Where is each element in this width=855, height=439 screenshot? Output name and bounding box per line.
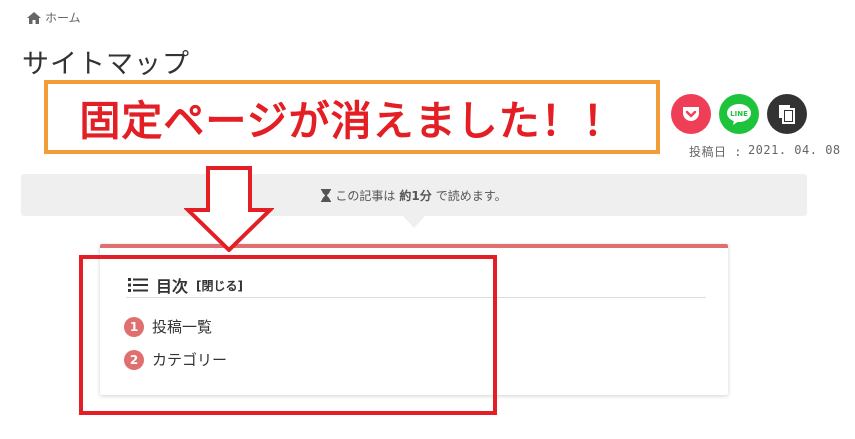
- line-icon: LINE: [727, 104, 751, 125]
- post-date-value: 2021. 04. 08: [747, 143, 841, 157]
- reading-time: 約1分: [399, 188, 432, 203]
- post-date-label: 投稿日 :: [689, 145, 742, 159]
- hourglass-icon: [321, 188, 332, 202]
- reading-prefix: この記事は: [335, 188, 396, 203]
- home-icon[interactable]: [27, 11, 41, 24]
- reading-suffix: で読めます。: [435, 188, 507, 203]
- breadcrumb: ホーム: [27, 9, 81, 26]
- reading-time-bar: この記事は 約1分 で読めます。: [21, 174, 807, 216]
- annotation-box: 固定ページが消えました！！: [44, 80, 660, 154]
- pocket-icon: [683, 107, 699, 121]
- reading-bar-pointer: [403, 216, 425, 228]
- highlight-frame: [79, 255, 497, 415]
- line-label: LINE: [730, 110, 748, 118]
- post-date: 投稿日 : 2021. 04. 08: [689, 143, 841, 160]
- pocket-share-button[interactable]: [671, 94, 711, 134]
- breadcrumb-home-link[interactable]: ホーム: [45, 9, 81, 26]
- page-title: サイトマップ: [22, 49, 190, 80]
- line-share-button[interactable]: LINE: [719, 94, 759, 134]
- copy-link-button[interactable]: [767, 94, 807, 134]
- copy-icon: [779, 105, 795, 124]
- down-arrow-icon: [184, 166, 274, 252]
- annotation-text: 固定ページが消えました！！: [79, 97, 625, 145]
